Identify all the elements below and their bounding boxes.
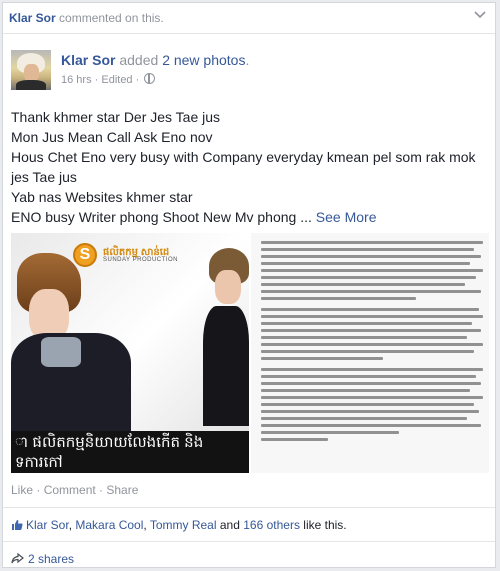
edited-link[interactable]: Edited bbox=[101, 74, 132, 86]
caption-line-2: ទការកៅ bbox=[15, 454, 63, 471]
likes-divider bbox=[3, 541, 495, 542]
liker-link[interactable]: Makara Cool bbox=[75, 518, 143, 532]
post-card: Klar Sor commented on this. Klar Sor add… bbox=[2, 2, 496, 568]
author-link[interactable]: Klar Sor bbox=[61, 52, 115, 68]
action-sep: · bbox=[33, 483, 44, 497]
action-bar: Like · Comment · Share bbox=[11, 483, 138, 497]
timestamp-link[interactable]: 16 hrs bbox=[61, 74, 92, 86]
photo-article[interactable] bbox=[251, 233, 489, 473]
post-text: Thank khmer star Der Jes Tae jus Mon Jus… bbox=[11, 107, 491, 227]
action-sep: · bbox=[95, 483, 107, 497]
singer-figure-right bbox=[201, 248, 249, 428]
post-meta: 16 hrs · Edited · bbox=[61, 73, 156, 86]
post-line: Hous Chet Eno very busy with Company eve… bbox=[11, 149, 476, 185]
globe-icon[interactable] bbox=[144, 73, 156, 84]
article-text-lines bbox=[261, 241, 483, 449]
thumbs-up-icon bbox=[12, 520, 23, 530]
share-icon bbox=[11, 553, 24, 564]
shares-count[interactable]: 2 shares bbox=[28, 552, 74, 566]
others-link[interactable]: 166 others bbox=[243, 518, 300, 532]
post-line: ENO busy Writer phong Shoot New Mv phong… bbox=[11, 209, 312, 225]
actions-divider bbox=[3, 507, 495, 508]
photo-grid: S ផលិតកម្ម សាន់ដេ SUNDAY PRODUCTION ា ផល… bbox=[11, 233, 489, 473]
liker-link[interactable]: Klar Sor bbox=[26, 518, 69, 532]
photo-promo[interactable]: S ផលិតកម្ម សាន់ដេ SUNDAY PRODUCTION ា ផល… bbox=[11, 233, 249, 473]
story-actor-link[interactable]: Klar Sor bbox=[9, 11, 56, 25]
like-button[interactable]: Like bbox=[11, 483, 33, 497]
meta-separator-2: · bbox=[132, 74, 143, 86]
post-line: Thank khmer star Der Jes Tae jus bbox=[11, 109, 221, 125]
avatar[interactable] bbox=[11, 50, 51, 90]
shares-link[interactable]: 2 shares bbox=[11, 552, 74, 566]
post-line: Yab nas Websites khmer star bbox=[11, 189, 193, 205]
likes-summary: Klar Sor, Makara Cool, Tommy Real and 16… bbox=[11, 518, 347, 532]
post-author-line: Klar Sor added 2 new photos. bbox=[61, 52, 249, 68]
photo-count-link[interactable]: 2 new photos bbox=[162, 52, 245, 68]
header-divider bbox=[3, 33, 495, 34]
chevron-down-icon[interactable] bbox=[473, 9, 487, 21]
meta-separator: · bbox=[91, 74, 102, 86]
post-line-last: ENO busy Writer phong Shoot New Mv phong… bbox=[11, 207, 491, 227]
singer-figure-left bbox=[11, 253, 131, 433]
liker-link[interactable]: Tommy Real bbox=[150, 518, 217, 532]
period-text: . bbox=[245, 52, 250, 68]
verb-text: added bbox=[115, 52, 163, 68]
comment-button[interactable]: Comment bbox=[44, 483, 96, 497]
and-text: and bbox=[216, 518, 244, 532]
see-more-link[interactable]: See More bbox=[316, 209, 377, 225]
share-button[interactable]: Share bbox=[106, 483, 138, 497]
post-line: Mon Jus Mean Call Ask Eno nov bbox=[11, 129, 213, 145]
caption-line-1: ា ផលិតកម្មនិយាយលែងកើត និង bbox=[15, 434, 204, 451]
like-suffix: like this. bbox=[299, 518, 347, 532]
story-header: Klar Sor commented on this. bbox=[9, 11, 164, 25]
story-action-text: commented on this. bbox=[55, 11, 164, 25]
